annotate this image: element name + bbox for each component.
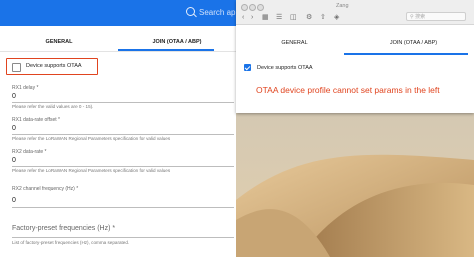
settings-icon[interactable]: ⚙ [306, 13, 312, 22]
minimize-window-button[interactable] [249, 4, 256, 11]
forward-icon[interactable]: › [251, 13, 253, 22]
rx1-delay-help: Please refer the valid values are 0 - 15… [12, 104, 94, 109]
factory-freq-label[interactable]: Factory-preset frequencies (Hz) * [12, 225, 115, 232]
zoom-window-button[interactable] [257, 4, 264, 11]
rx1-dr-offset-input[interactable]: 0 [12, 125, 16, 132]
annotation-text: OTAA device profile cannot set params in… [256, 85, 440, 95]
active-tab-indicator [118, 49, 214, 51]
otaa-checkbox[interactable] [12, 63, 21, 72]
rx2-freq-input[interactable]: 0 [12, 197, 16, 204]
rx2-dr-input[interactable]: 0 [12, 157, 16, 164]
rx1-delay-label: RX1 delay * [12, 85, 39, 91]
search-icon [186, 7, 195, 16]
column-view-icon[interactable]: ◫ [290, 13, 297, 22]
grid-view-icon[interactable]: ▦ [262, 13, 269, 22]
rx1-dr-offset-underline [12, 134, 234, 135]
tab-join-right[interactable]: JOIN (OTAA / ABP) [353, 40, 474, 46]
tab-bar-right: GENERAL JOIN (OTAA / ABP) [236, 34, 474, 54]
list-view-icon[interactable]: ☰ [276, 13, 282, 22]
factory-freq-underline [12, 237, 234, 238]
finder-search-placeholder: 搜索 [415, 14, 426, 20]
rx1-dr-offset-help: Please refer the LoRaWAN Regional Parame… [12, 136, 171, 141]
rx2-freq-underline [12, 207, 234, 208]
window-title: Zang [336, 3, 349, 9]
close-window-button[interactable] [241, 4, 248, 11]
finder-search-input[interactable]: ⚲ 搜索 [406, 12, 466, 21]
share-icon[interactable]: ⇧ [320, 13, 326, 22]
otaa-checkbox-label-right: Device supports OTAA [257, 65, 313, 71]
rx1-dr-offset-label: RX1 data-rate offset * [12, 117, 60, 123]
tab-join[interactable]: JOIN (OTAA / ABP) [118, 39, 236, 45]
rx2-dr-underline [12, 166, 234, 167]
device-profile-form-window: Search app GENERAL JOIN (OTAA / ABP) Dev… [0, 0, 236, 257]
factory-freq-help: List of factory-preset frequencies (Hz),… [12, 240, 130, 245]
rx2-dr-label: RX2 data-rate * [12, 149, 47, 155]
search-placeholder: Search app [199, 8, 236, 17]
title-bar: Zang ‹ › ▦ ☰ ◫ ⚙ ⇧ ◈ ⚲ 搜索 [236, 0, 474, 25]
rx1-delay-underline [12, 102, 234, 103]
otaa-checkbox-highlight: Device supports OTAA [6, 58, 98, 75]
active-tab-indicator-right [344, 53, 468, 55]
otaa-checkbox-label: Device supports OTAA [26, 63, 82, 69]
zang-window: Zang ‹ › ▦ ☰ ◫ ⚙ ⇧ ◈ ⚲ 搜索 GENERAL JOIN (… [236, 0, 474, 113]
tab-general[interactable]: GENERAL [0, 39, 118, 45]
back-icon[interactable]: ‹ [242, 13, 244, 22]
rx1-delay-input[interactable]: 0 [12, 93, 16, 100]
search-box[interactable]: Search app [186, 5, 236, 21]
app-bar: Search app [0, 0, 236, 26]
rx2-dr-help: Please refer the LoRaWAN Regional Parame… [12, 168, 171, 173]
tag-icon[interactable]: ◈ [334, 13, 339, 22]
otaa-checkbox-checked[interactable] [244, 64, 251, 71]
tab-general-right[interactable]: GENERAL [236, 40, 353, 46]
rx2-freq-label: RX2 channel frequency (Hz) * [12, 186, 79, 192]
